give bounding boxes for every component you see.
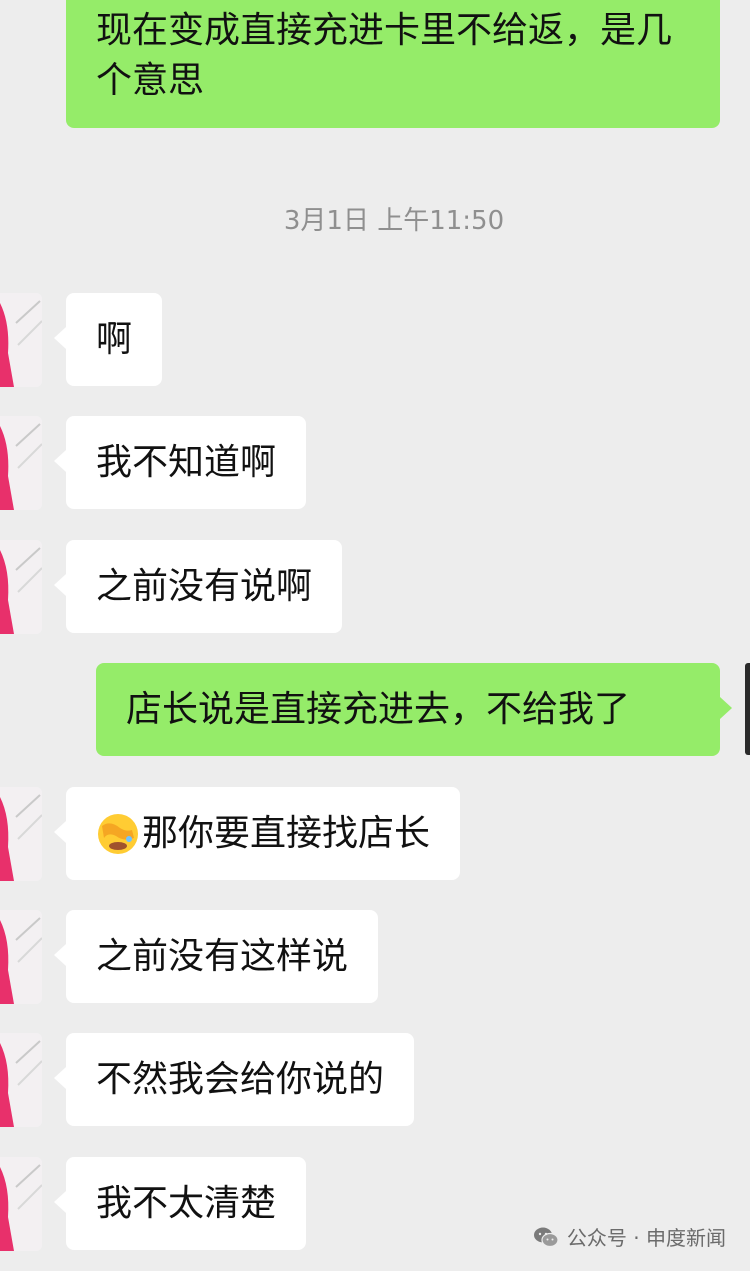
- message-text: 啊: [96, 318, 133, 360]
- message-text: 之前没有这样说: [96, 935, 349, 977]
- wechat-icon: [533, 1227, 559, 1247]
- watermark-text: 公众号 · 申度新闻: [566, 1226, 726, 1250]
- message-bubble-incoming[interactable]: 不然我会给你说的: [53, 1033, 415, 1126]
- avatar-image: [0, 1157, 42, 1251]
- avatar-image: [0, 416, 42, 510]
- contact-avatar[interactable]: [0, 1033, 42, 1127]
- avatar-image: [0, 910, 42, 1004]
- watermark: 公众号 · 申度新闻: [533, 1222, 726, 1251]
- contact-avatar[interactable]: [0, 293, 42, 387]
- message-bubble-incoming[interactable]: 我不知道啊: [53, 416, 307, 509]
- message-bubble-incoming[interactable]: 之前没有说啊: [53, 540, 343, 633]
- avatar-image: [0, 787, 42, 881]
- message-timestamp: 3月1日 上午11:50: [283, 206, 505, 236]
- message-bubble-incoming[interactable]: 啊: [53, 293, 163, 386]
- contact-avatar[interactable]: [0, 416, 42, 510]
- avatar-image: [0, 293, 42, 387]
- contact-avatar[interactable]: [0, 787, 42, 881]
- message-text: 之前没有说啊: [96, 565, 313, 607]
- face-with-hand-over-eyes-icon: [98, 813, 138, 854]
- message-text: 现在变成直接充进卡里不给返，是几个意思: [96, 10, 673, 101]
- contact-avatar[interactable]: [0, 1157, 42, 1251]
- chat-window: 现在变成直接充进卡里不给返，是几个意思 3月1日 上午11:50 啊 我不知道啊: [0, 0, 750, 1271]
- message-text: 那你要直接找店长: [142, 812, 431, 854]
- message-bubble-incoming[interactable]: 之前没有这样说: [53, 910, 379, 1003]
- contact-avatar[interactable]: [0, 910, 42, 1004]
- message-text: 我不知道啊: [96, 441, 277, 483]
- message-text: 我不太清楚: [96, 1182, 277, 1224]
- message-bubble-incoming[interactable]: 那你要直接找店长: [53, 787, 461, 880]
- contact-avatar[interactable]: [0, 540, 42, 634]
- my-avatar[interactable]: [745, 663, 750, 755]
- message-text: 不然我会给你说的: [96, 1058, 385, 1100]
- message-bubble-outgoing[interactable]: 店长说是直接充进去，不给我了: [96, 663, 732, 756]
- avatar-image: [0, 1033, 42, 1127]
- avatar-image: [0, 540, 42, 634]
- message-bubble-outgoing[interactable]: 现在变成直接充进卡里不给返，是几个意思: [66, 0, 720, 128]
- message-text: 店长说是直接充进去，不给我了: [126, 688, 631, 730]
- message-bubble-incoming[interactable]: 我不太清楚: [53, 1157, 307, 1250]
